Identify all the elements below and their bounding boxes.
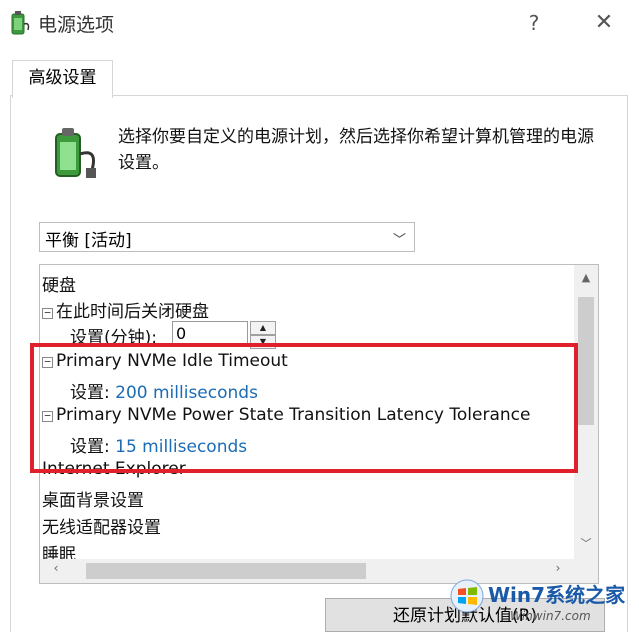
watermark-site: Winwin7.com bbox=[510, 609, 591, 623]
tree-item-label: Primary NVMe Power State Transition Late… bbox=[56, 405, 531, 425]
setting-label: 设置: bbox=[70, 383, 110, 403]
tree-item-nvme-latency-tolerance[interactable]: − Primary NVMe Power State Transition Lat… bbox=[42, 405, 530, 425]
spinner-up-icon[interactable]: ▲ bbox=[250, 321, 276, 335]
battery-plug-icon bbox=[11, 11, 30, 35]
tree-setting-latency-tolerance: 设置: 15 milliseconds bbox=[70, 432, 247, 457]
latency-tolerance-value[interactable]: 15 milliseconds bbox=[115, 437, 247, 457]
power-plan-select[interactable]: 平衡 [活动] ﹀ bbox=[39, 222, 415, 252]
tree-item-nvme-idle-timeout[interactable]: − Primary NVMe Idle Timeout bbox=[42, 351, 288, 371]
settings-tree[interactable]: 硬盘 − 在此时间后关闭硬盘 设置(分钟): 0 ▲ ▼ − Primary NVM… bbox=[39, 264, 599, 584]
collapse-icon[interactable]: − bbox=[42, 410, 53, 422]
tree-item-label: Primary NVMe Idle Timeout bbox=[56, 351, 288, 371]
tree-setting-idle-timeout: 设置: 200 milliseconds bbox=[70, 378, 258, 403]
idle-timeout-value[interactable]: 200 milliseconds bbox=[115, 383, 258, 403]
watermark-brand: Win7系统之家 bbox=[488, 583, 626, 607]
title-bar: 电源选项 ? ✕ bbox=[0, 0, 639, 46]
tree-item-label: 桌面背景设置 bbox=[42, 491, 144, 511]
minutes-input[interactable]: 0 bbox=[172, 321, 248, 347]
setting-label: 设置(分钟): bbox=[70, 328, 157, 348]
collapse-icon[interactable]: − bbox=[42, 356, 53, 368]
battery-plug-icon bbox=[55, 128, 96, 178]
tree-item-internet-explorer[interactable]: Internet Explorer bbox=[42, 459, 186, 479]
tree-item-wireless-adapter[interactable]: 无线适配器设置 bbox=[42, 513, 161, 538]
tree-setting-minutes: 设置(分钟): bbox=[70, 323, 157, 348]
tab-strip: 高级设置 bbox=[0, 46, 639, 98]
tree-item-turn-off-disk[interactable]: − 在此时间后关闭硬盘 bbox=[42, 297, 209, 322]
setting-label: 设置: bbox=[70, 437, 110, 457]
close-button[interactable]: ✕ bbox=[590, 8, 618, 38]
watermark: Win7系统之家 Winwin7.com bbox=[450, 575, 639, 632]
tree-item-label: 无线适配器设置 bbox=[42, 518, 161, 538]
help-button[interactable]: ? bbox=[522, 8, 546, 38]
scroll-down-icon[interactable]: ﹀ bbox=[574, 535, 598, 555]
chevron-down-icon: ﹀ bbox=[392, 233, 406, 248]
tree-item-label: 硬盘 bbox=[42, 276, 76, 296]
tree-item-label: 在此时间后关闭硬盘 bbox=[56, 302, 209, 322]
description-text: 选择你要自定义的电源计划，然后选择你希望计算机管理的电源设置。 bbox=[118, 127, 594, 173]
vertical-scrollbar[interactable]: ▲ ﹀ bbox=[574, 265, 598, 559]
scroll-left-icon[interactable]: ‹ bbox=[46, 561, 66, 581]
window-title: 电源选项 bbox=[38, 14, 115, 36]
windows-logo-icon bbox=[450, 579, 484, 613]
tree-item-label: Internet Explorer bbox=[42, 459, 186, 479]
tab-advanced-settings[interactable]: 高级设置 bbox=[12, 60, 113, 98]
tree-item-desktop-background[interactable]: 桌面背景设置 bbox=[42, 486, 144, 511]
horizontal-scroll-thumb[interactable] bbox=[86, 563, 366, 579]
power-plan-value: 平衡 [活动] bbox=[45, 231, 132, 251]
vertical-scroll-thumb[interactable] bbox=[578, 297, 594, 425]
tree-item-hard-disk[interactable]: 硬盘 bbox=[42, 271, 76, 296]
spinner-down-icon[interactable]: ▼ bbox=[250, 335, 276, 349]
scroll-up-icon[interactable]: ▲ bbox=[574, 271, 598, 291]
collapse-icon[interactable]: − bbox=[42, 307, 53, 319]
